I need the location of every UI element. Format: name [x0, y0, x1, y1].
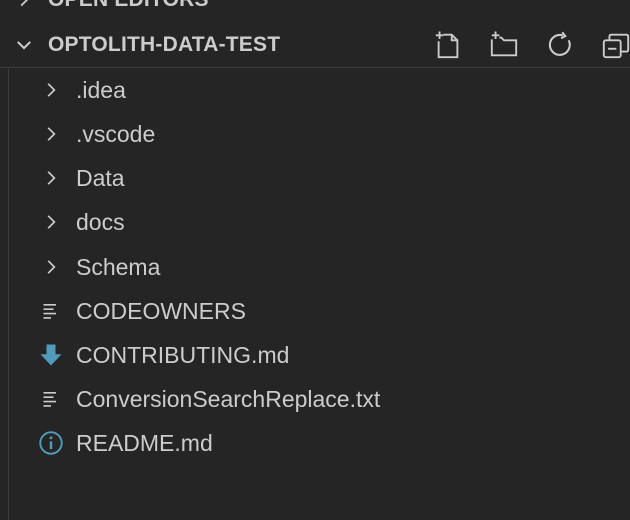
- tree-item-label: .idea: [76, 77, 126, 103]
- tree-item-label: docs: [76, 209, 125, 235]
- chevron-right-icon: [33, 156, 69, 200]
- tree-item-label: Data: [76, 165, 125, 191]
- tree-item-vscode[interactable]: .vscode: [0, 112, 630, 156]
- chevron-right-icon: [33, 68, 69, 112]
- chevron-right-icon: [0, 0, 48, 22]
- refresh-icon[interactable]: [532, 23, 588, 67]
- tree-item-label: CODEOWNERS: [76, 298, 246, 324]
- new-folder-icon[interactable]: [476, 23, 532, 67]
- open-editors-header[interactable]: OPEN EDITORS: [0, 0, 630, 22]
- tree-item-conversion[interactable]: ConversionSearchReplace.txt: [0, 377, 630, 421]
- chevron-down-icon: [0, 23, 48, 67]
- project-header[interactable]: OPTOLITH-DATA-TEST: [0, 23, 630, 68]
- chevron-right-icon: [33, 200, 69, 244]
- tree-item-label: .vscode: [76, 121, 156, 147]
- tree-item-docs[interactable]: docs: [0, 200, 630, 244]
- new-file-icon[interactable]: [420, 23, 476, 67]
- tree-item-contributing[interactable]: CONTRIBUTING.md: [0, 333, 630, 377]
- text-file-icon: [33, 289, 69, 333]
- tree-item-label: CONTRIBUTING.md: [76, 342, 290, 368]
- file-tree: .idea .vscode Data docs Schema CODEOWNER…: [0, 68, 630, 520]
- explorer-pane: OPEN EDITORS OPTOLITH-DATA-TEST: [0, 0, 630, 520]
- project-name: OPTOLITH-DATA-TEST: [48, 33, 281, 56]
- tree-item-schema[interactable]: Schema: [0, 245, 630, 289]
- chevron-right-icon: [33, 245, 69, 289]
- tree-item-label: README.md: [76, 430, 213, 456]
- explorer-actions: [420, 23, 630, 67]
- open-editors-label: OPEN EDITORS: [48, 0, 209, 12]
- collapse-all-icon[interactable]: [588, 23, 630, 67]
- tree-item-idea[interactable]: .idea: [0, 68, 630, 112]
- text-file-icon: [33, 377, 69, 421]
- tree-item-label: Schema: [76, 254, 161, 280]
- markdown-download-icon: [33, 333, 69, 377]
- tree-item-codeowners[interactable]: CODEOWNERS: [0, 289, 630, 333]
- chevron-right-icon: [33, 112, 69, 156]
- tree-item-data[interactable]: Data: [0, 156, 630, 200]
- info-icon: [33, 421, 69, 465]
- tree-item-label: ConversionSearchReplace.txt: [76, 386, 381, 412]
- tree-item-readme[interactable]: README.md: [0, 421, 630, 465]
